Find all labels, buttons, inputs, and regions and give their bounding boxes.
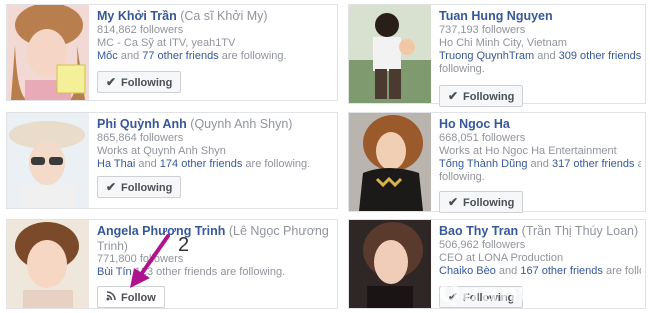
profile-alt-name: (Ca sĩ Khởi My)	[180, 9, 268, 23]
profile-detail: MC - Ca Sỹ at ITV, yeah1TV	[97, 37, 236, 49]
profile-card: Ho Ngoc Ha 668,051 followers Works at Ho…	[348, 112, 646, 213]
profile-name-text[interactable]: Ho Ngoc Ha	[439, 117, 510, 131]
profile-card: Angela Phương Trinh (Lê Ngọc Phương Trin…	[6, 219, 338, 309]
friends-connector: and	[495, 265, 521, 277]
profile-name[interactable]: Angela Phương Trinh (Lê Ngọc Phương	[97, 223, 333, 239]
profile-detail: Ho Chi Minh City, Vietnam	[439, 37, 567, 49]
following-button[interactable]: ✔ Following	[439, 191, 524, 213]
following-button-label: Following	[121, 77, 173, 89]
friends-connector: and	[534, 50, 559, 62]
following-button-label: Following	[463, 91, 515, 103]
profile-name[interactable]: Phi Quỳnh Anh (Quynh Anh Shyn)	[97, 116, 333, 132]
checkmark-icon: ✔	[105, 180, 117, 194]
friend-link[interactable]: Chaiko Bèo	[439, 265, 496, 277]
profile-alt-name: (Quynh Anh Shyn)	[190, 117, 293, 131]
checkmark-icon: ✔	[447, 89, 459, 103]
following-button[interactable]: ✔ Following	[97, 71, 182, 93]
follow-button-label: Follow	[121, 292, 156, 304]
profile-name-text[interactable]: Tuan Hung Nguyen	[439, 9, 553, 23]
rss-icon	[104, 287, 118, 307]
other-friends-link[interactable]: 317 other friends	[552, 158, 635, 170]
following-button-label: Following	[121, 182, 173, 194]
profile-name-text[interactable]: Phi Quỳnh Anh	[97, 117, 187, 131]
profile-photo-image	[349, 220, 431, 308]
profile-card: Tuan Hung Nguyen 737,193 followers Ho Ch…	[348, 4, 646, 107]
watermark: Quantrimang	[438, 279, 642, 309]
profile-photo-image	[7, 5, 89, 100]
friend-link[interactable]: Ha Thai	[97, 158, 135, 170]
follower-count: 737,193 followers	[439, 24, 526, 36]
mutual-friends: Chaiko Bèo and 167 other friends are fol…	[439, 265, 641, 278]
profile-photo-image	[349, 5, 431, 103]
profile-name[interactable]: Ho Ngoc Ha	[439, 116, 641, 132]
follower-count: 506,962 followers	[439, 239, 526, 251]
follower-count: 814,862 followers	[97, 24, 184, 36]
profile-photo-image	[7, 113, 89, 208]
profile-photo[interactable]	[7, 5, 89, 100]
friend-link[interactable]: Bùi Tín	[97, 266, 132, 278]
profile-alt-name: (Trần Thị Thúy Loan)	[521, 224, 639, 238]
follow-button[interactable]: Follow	[97, 286, 165, 308]
friends-connector: and	[117, 50, 143, 62]
other-friends-link[interactable]: 77 other friends	[142, 50, 218, 62]
profile-alt-name-continued: Trinh)	[97, 239, 128, 253]
profile-alt-name: (Lê Ngọc Phương	[228, 224, 329, 238]
following-button-label: Following	[463, 197, 515, 209]
follower-count: 771,800 followers	[97, 253, 333, 266]
friends-tail: are following.	[242, 158, 311, 170]
friend-link[interactable]: Truong QuynhTram	[439, 50, 534, 62]
follower-count: 865,864 followers	[97, 132, 184, 144]
profile-name-text[interactable]: My Khởi Trần	[97, 9, 177, 23]
other-friends-link[interactable]: 174 other friends	[160, 158, 243, 170]
friends-connector: and	[135, 158, 160, 170]
other-friends-link[interactable]: 309 other friends	[559, 50, 641, 62]
friends-tail: are following.	[217, 266, 286, 278]
profile-detail: Works at Quynh Anh Shyn	[97, 145, 226, 157]
follower-count-number: 771,80	[97, 253, 131, 265]
mutual-friends: Truong QuynhTram and 309 other friends a…	[439, 50, 641, 63]
friends-tail-continued: following.	[439, 63, 485, 75]
profile-photo-image	[349, 113, 431, 211]
friends-tail-continued: following.	[439, 171, 485, 183]
follower-count-suffix: 0 followers	[130, 253, 184, 265]
mutual-friends: Bùi Tín 123 other friends are following.	[97, 266, 333, 279]
mutual-friends: Mốc and 77 other friends are following.	[97, 50, 333, 63]
profile-photo[interactable]	[349, 220, 431, 308]
mutual-friends: Tống Thành Dũng and 317 other friends ar…	[439, 158, 641, 171]
other-friends-link[interactable]: 167 other friends	[520, 265, 603, 277]
profile-photo-image	[7, 220, 89, 308]
profile-name-text[interactable]: Bao Thy Tran	[439, 224, 518, 238]
friend-link[interactable]: Mốc	[97, 50, 118, 62]
friends-tail: are following.	[605, 265, 641, 277]
checkmark-icon: ✔	[105, 75, 117, 89]
following-button[interactable]: ✔ Following	[97, 176, 182, 198]
follower-count: 668,051 followers	[439, 132, 526, 144]
friend-link[interactable]: Tống Thành Dũng	[439, 158, 527, 170]
profile-name[interactable]: Tuan Hung Nguyen	[439, 8, 641, 24]
mutual-friends: Ha Thai and 174 other friends are follow…	[97, 158, 333, 171]
profile-detail: CEO at LONA Production	[439, 252, 564, 264]
profile-photo[interactable]	[7, 113, 89, 208]
other-friends-link[interactable]: 123 other friends	[135, 266, 218, 278]
friends-connector: and	[527, 158, 552, 170]
profile-name-text[interactable]: Angela Phương Trinh	[97, 224, 225, 238]
profile-name[interactable]: My Khởi Trần (Ca sĩ Khởi My)	[97, 8, 333, 24]
profile-name[interactable]: Bao Thy Tran (Trần Thị Thúy Loan)	[439, 223, 641, 239]
friends-tail: are following.	[218, 50, 287, 62]
profile-card: My Khởi Trần (Ca sĩ Khởi My) 814,862 fol…	[6, 4, 338, 101]
friends-tail: are	[637, 158, 641, 170]
profile-photo[interactable]	[349, 5, 431, 103]
profile-card: Phi Quỳnh Anh (Quynh Anh Shyn) 865,864 f…	[6, 112, 338, 209]
checkmark-icon: ✔	[447, 195, 459, 209]
rss-icon-glyph	[106, 291, 116, 301]
profile-photo[interactable]	[349, 113, 431, 211]
following-button[interactable]: ✔ Following	[439, 85, 524, 107]
profile-detail: Works at Ho Ngoc Ha Entertainment	[439, 145, 617, 157]
profile-photo[interactable]	[7, 220, 89, 308]
